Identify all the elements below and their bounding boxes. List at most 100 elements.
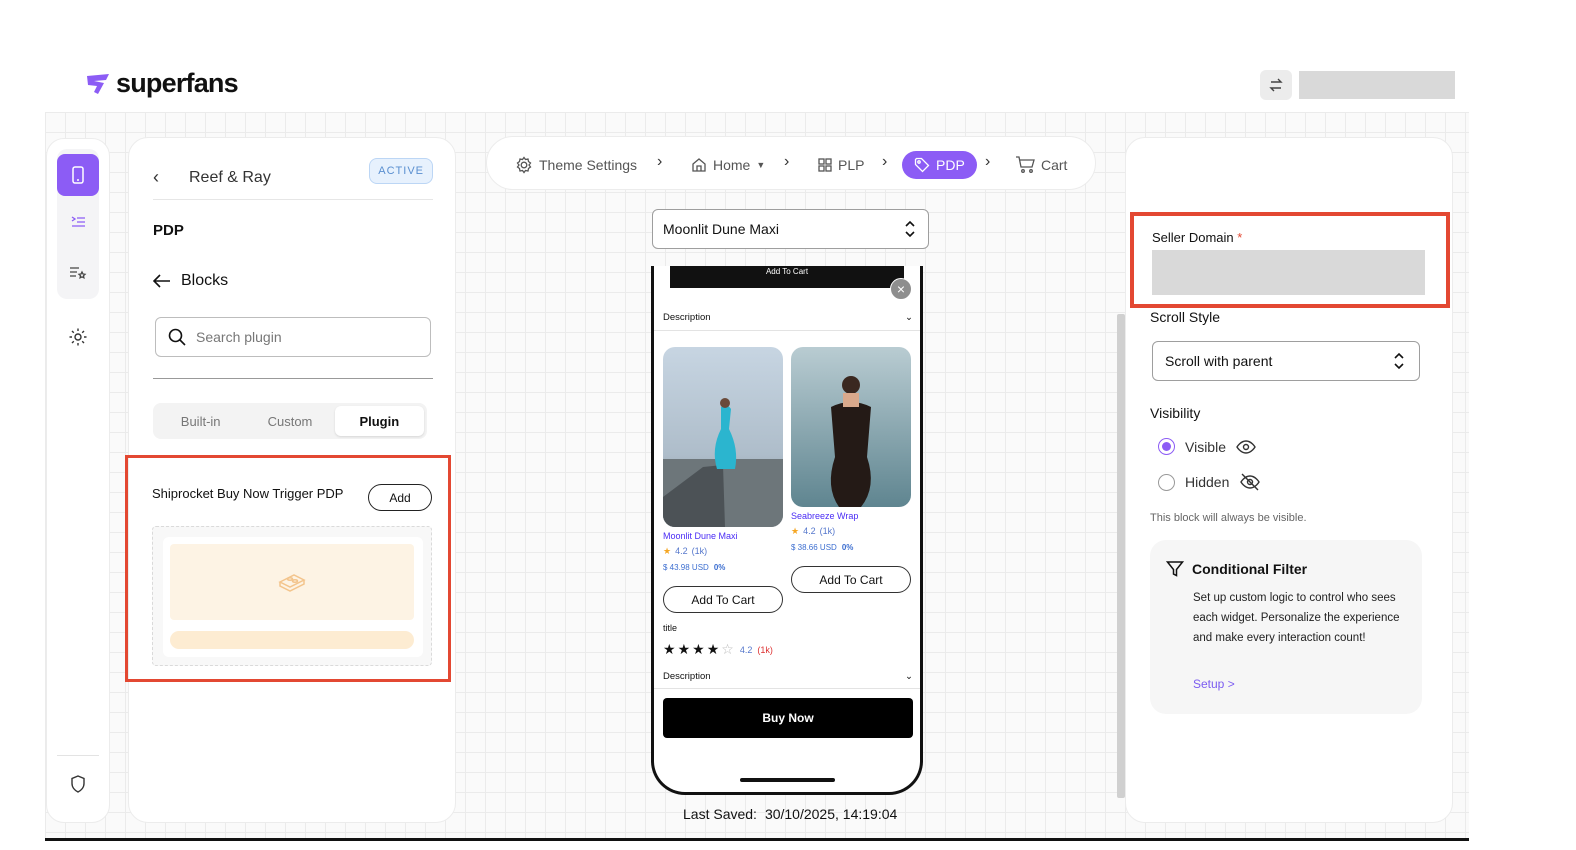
rail-security-button[interactable] <box>57 763 99 805</box>
description-label: Description <box>663 312 711 323</box>
product-name-2[interactable]: Seabreeze Wrap <box>791 511 858 521</box>
required-mark: * <box>1237 230 1243 245</box>
review-count: (1k) <box>757 644 773 655</box>
seller-domain-input[interactable] <box>1152 250 1425 295</box>
settings-panel: Seller Domain * Scroll Style Scroll with… <box>1125 137 1453 823</box>
rail-favorites-button[interactable] <box>57 252 99 294</box>
plugin-card: Shiprocket Buy Now Trigger PDP Add <box>125 455 451 682</box>
visibility-hidden-option[interactable]: Hidden <box>1158 473 1261 491</box>
visible-radio[interactable] <box>1158 438 1175 455</box>
crumb-theme-settings[interactable]: Theme Settings <box>515 151 637 179</box>
visibility-note: This block will always be visible. <box>1150 512 1307 524</box>
plugin-name: Shiprocket Buy Now Trigger PDP <box>152 486 344 501</box>
section-title: PDP <box>153 222 184 239</box>
product-rating-2: ★ 4.2 (1k) <box>791 526 836 536</box>
last-saved: Last Saved: 30/10/2025, 14:19:04 <box>683 806 897 822</box>
superfans-logo-icon <box>87 73 109 94</box>
search-input[interactable] <box>196 329 416 345</box>
seller-domain-field: Seller Domain * <box>1130 212 1450 308</box>
hidden-radio[interactable] <box>1158 473 1175 491</box>
crumb-label: PDP <box>936 157 965 173</box>
product-image-2[interactable] <box>791 347 911 507</box>
rail-settings-button[interactable] <box>57 316 99 358</box>
star-icon: ★ <box>663 546 672 556</box>
chevron-updown-icon <box>905 220 915 238</box>
arrow-left-icon <box>153 274 170 288</box>
brand-logo[interactable]: superfans <box>84 68 239 99</box>
divider <box>654 688 920 689</box>
status-badge: ACTIVE <box>369 158 433 184</box>
plugin-search[interactable] <box>155 317 431 357</box>
chevron-down-icon: ⌄ <box>905 312 913 323</box>
product-image-1[interactable] <box>663 347 783 527</box>
last-saved-value: 30/10/2025, 14:19:04 <box>764 806 898 822</box>
rail-mobile-button[interactable] <box>57 154 99 196</box>
panel-divider <box>153 378 433 379</box>
description-accordion[interactable]: Description ⌄ <box>663 312 913 323</box>
title-label: title <box>663 623 678 633</box>
eye-icon <box>1236 439 1256 454</box>
panel-header: ‹ Reef & Ray ACTIVE <box>153 156 433 200</box>
buy-now-button[interactable]: Buy Now <box>663 698 913 738</box>
product-name-1[interactable]: Moonlit Dune Maxi <box>663 531 738 541</box>
plugin-preview-box <box>170 544 414 620</box>
chevron-right-icon: › <box>784 153 790 170</box>
home-icon <box>692 158 706 172</box>
add-to-cart-button-1[interactable]: Add To Cart <box>663 586 783 613</box>
phone-preview: Add To Cart × Description ⌄ Moonlit Dune… <box>651 266 923 795</box>
caret-down-icon: ▼ <box>756 160 766 170</box>
swap-arrows-icon <box>1269 78 1283 92</box>
canvas-bottom-border <box>45 838 1469 841</box>
blocks-back-button[interactable]: Blocks <box>153 272 228 290</box>
brick-icon <box>278 574 306 592</box>
rail-divider <box>57 755 99 756</box>
store-name: Reef & Ray <box>189 168 271 186</box>
eye-off-icon <box>1240 473 1261 491</box>
add-plugin-button[interactable]: Add <box>368 484 432 511</box>
plugin-preview-card <box>163 537 423 657</box>
add-to-cart-button-2[interactable]: Add To Cart <box>791 566 911 593</box>
grid-icon <box>818 158 832 172</box>
product-price-2: $ 38.66 USD 0% <box>791 543 854 552</box>
product-select[interactable]: Moonlit Dune Maxi <box>652 209 929 249</box>
preview-add-to-cart-bar[interactable]: Add To Cart <box>670 266 904 288</box>
filter-icon <box>1166 561 1184 577</box>
list-star-icon <box>70 267 87 280</box>
account-placeholder[interactable] <box>1299 71 1455 99</box>
last-saved-label: Last Saved: <box>683 806 757 822</box>
chevron-right-icon: › <box>882 153 888 170</box>
description-accordion-2[interactable]: Description ⌄ <box>663 671 913 682</box>
rail-layers-button[interactable] <box>57 201 99 243</box>
tab-plugin[interactable]: Plugin <box>334 406 424 436</box>
crumb-pdp[interactable]: PDP <box>902 151 977 179</box>
brand-name: superfans <box>116 68 239 98</box>
tab-custom[interactable]: Custom <box>245 406 334 436</box>
crumb-home[interactable]: Home ▼ <box>691 151 765 179</box>
gear-icon <box>69 328 87 346</box>
settings-icon <box>516 156 532 174</box>
crumb-plp[interactable]: PLP <box>818 151 864 179</box>
list-indent-icon <box>71 216 85 227</box>
scrollbar[interactable] <box>1117 314 1125 798</box>
star-icon: ★ <box>706 641 720 657</box>
conditional-filter-title: Conditional Filter <box>1166 560 1307 578</box>
crumb-cart[interactable]: Cart <box>1015 151 1067 179</box>
visibility-visible-option[interactable]: Visible <box>1158 438 1256 455</box>
swap-button[interactable] <box>1260 70 1292 100</box>
product-price-1: $ 43.98 USD 0% <box>663 563 726 572</box>
chevron-updown-icon <box>1394 352 1404 370</box>
scroll-style-select[interactable]: Scroll with parent <box>1152 341 1420 381</box>
top-bar: superfans <box>0 0 1576 112</box>
product-select-value: Moonlit Dune Maxi <box>663 221 779 237</box>
rail-group <box>57 149 99 299</box>
chevron-left-icon[interactable]: ‹ <box>153 167 173 188</box>
close-icon[interactable]: × <box>890 278 912 300</box>
review-stars: ★ ★ ★ ★ ☆ 4.2 (1k) <box>663 641 773 658</box>
crumb-label: PLP <box>838 157 865 173</box>
setup-link[interactable]: Setup > <box>1193 677 1235 691</box>
mobile-icon <box>72 166 84 184</box>
description-label: Description <box>663 671 711 682</box>
tab-built-in[interactable]: Built-in <box>156 406 245 436</box>
blocks-panel: ‹ Reef & Ray ACTIVE PDP Blocks Built-in … <box>125 137 456 823</box>
star-icon: ★ <box>791 526 800 536</box>
